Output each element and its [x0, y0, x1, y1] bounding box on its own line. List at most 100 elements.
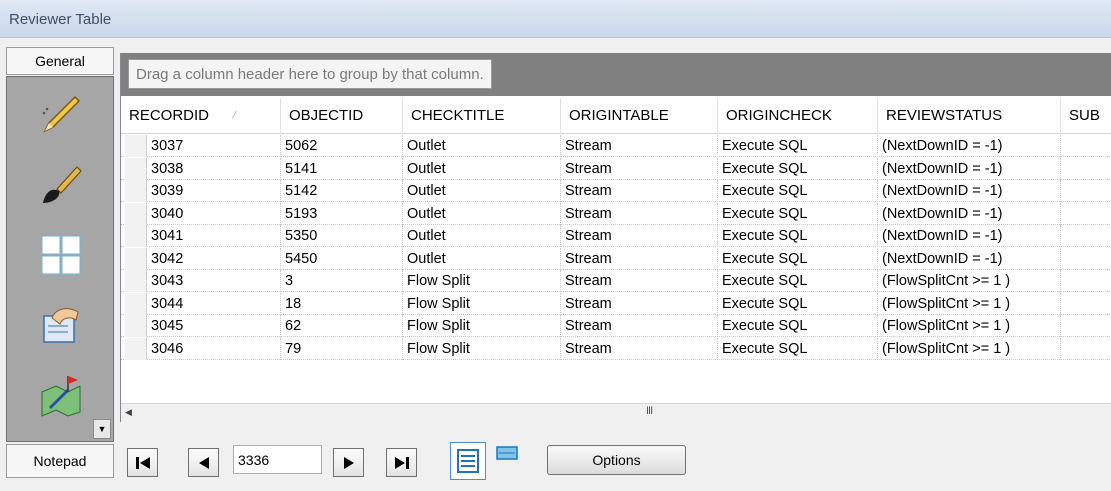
cell-sub[interactable]: [1061, 338, 1111, 360]
column-header-sub[interactable]: SUB: [1061, 98, 1111, 134]
table-row[interactable]: 3046 79 Flow Split Stream Execute SQL (FlowSp…: [121, 337, 1111, 360]
cell-reviewstatus[interactable]: (NextDownID = -1): [878, 225, 1061, 247]
cell-sub[interactable]: [1061, 180, 1111, 202]
cell-origintable[interactable]: Stream: [561, 292, 718, 315]
cell-origincheck[interactable]: Execute SQL: [718, 247, 878, 270]
column-header-reviewstatus[interactable]: REVIEWSTATUS: [878, 98, 1061, 134]
last-record-button[interactable]: [386, 448, 417, 477]
table-row[interactable]: 3039 5142 Outlet Stream Execute SQL (NextDown…: [121, 180, 1111, 202]
brush-icon[interactable]: [33, 157, 89, 213]
cell-reviewstatus[interactable]: (NextDownID = -1): [878, 247, 1061, 270]
table-row[interactable]: 3044 18 Flow Split Stream Execute SQL (FlowSp…: [121, 292, 1111, 315]
cell-reviewstatus[interactable]: (NextDownID = -1): [878, 157, 1061, 180]
cell-reviewstatus[interactable]: (NextDownID = -1): [878, 180, 1061, 202]
cell-objectid[interactable]: 5193: [281, 202, 403, 225]
cell-sub[interactable]: [1061, 225, 1111, 247]
cell-objectid[interactable]: 3: [281, 270, 403, 292]
cell-objectid[interactable]: 18: [281, 292, 403, 315]
tab-general[interactable]: General: [6, 47, 114, 75]
column-header-origincheck[interactable]: ORIGINCHECK: [718, 98, 878, 134]
cell-recordid[interactable]: 3045: [147, 315, 281, 337]
cell-sub[interactable]: [1061, 270, 1111, 292]
cell-objectid[interactable]: 5062: [281, 135, 403, 157]
cell-origincheck[interactable]: Execute SQL: [718, 292, 878, 315]
cell-origintable[interactable]: Stream: [561, 157, 718, 180]
table-row[interactable]: 3038 5141 Outlet Stream Execute SQL (NextDown…: [121, 157, 1111, 180]
cell-checktitle[interactable]: Outlet: [403, 247, 561, 270]
cell-sub[interactable]: [1061, 203, 1111, 225]
cell-objectid[interactable]: 62: [281, 315, 403, 337]
cell-objectid[interactable]: 5350: [281, 225, 403, 247]
cell-origincheck[interactable]: Execute SQL: [718, 315, 878, 337]
cell-reviewstatus[interactable]: (NextDownID = -1): [878, 202, 1061, 225]
row-selector[interactable]: [125, 202, 147, 225]
group-by-bar[interactable]: Drag a column header here to group by th…: [121, 53, 1111, 96]
cell-sub[interactable]: [1061, 158, 1111, 180]
cell-origincheck[interactable]: Execute SQL: [718, 270, 878, 292]
cell-recordid[interactable]: 3041: [147, 225, 281, 247]
map-flag-icon[interactable]: [33, 367, 89, 423]
row-selector[interactable]: [125, 157, 147, 180]
cell-objectid[interactable]: 5450: [281, 247, 403, 270]
cell-origintable[interactable]: Stream: [561, 247, 718, 270]
tab-notepad[interactable]: Notepad: [6, 444, 114, 478]
cell-sub[interactable]: [1061, 248, 1111, 270]
table-row[interactable]: 3040 5193 Outlet Stream Execute SQL (NextDown…: [121, 202, 1111, 225]
row-selector[interactable]: [125, 225, 147, 247]
cell-checktitle[interactable]: Outlet: [403, 157, 561, 180]
cell-reviewstatus[interactable]: (FlowSplitCnt >= 1 ): [878, 315, 1061, 337]
cell-objectid[interactable]: 5141: [281, 157, 403, 180]
cell-origincheck[interactable]: Execute SQL: [718, 337, 878, 360]
table-view-icon[interactable]: [450, 442, 486, 480]
cell-origincheck[interactable]: Execute SQL: [718, 202, 878, 225]
cell-recordid[interactable]: 3038: [147, 157, 281, 180]
cell-origincheck[interactable]: Execute SQL: [718, 225, 878, 247]
cell-reviewstatus[interactable]: (FlowSplitCnt >= 1 ): [878, 337, 1061, 360]
grid-icon[interactable]: [33, 227, 89, 283]
cell-origintable[interactable]: Stream: [561, 225, 718, 247]
cell-checktitle[interactable]: Flow Split: [403, 337, 561, 360]
cell-checktitle[interactable]: Flow Split: [403, 270, 561, 292]
table-row[interactable]: 3042 5450 Outlet Stream Execute SQL (NextDown…: [121, 247, 1111, 270]
scrollbar-grip[interactable]: III: [646, 405, 653, 417]
options-button[interactable]: Options: [547, 445, 686, 475]
table-row[interactable]: 3043 3 Flow Split Stream Execute SQL (FlowSpl…: [121, 270, 1111, 292]
next-record-button[interactable]: [333, 448, 364, 477]
row-selector[interactable]: [125, 135, 147, 157]
row-selector[interactable]: [125, 180, 147, 202]
row-selector[interactable]: [125, 247, 147, 270]
table-row[interactable]: 3041 5350 Outlet Stream Execute SQL (NextDown…: [121, 225, 1111, 247]
cell-recordid[interactable]: 3039: [147, 180, 281, 202]
column-header-checktitle[interactable]: CHECKTITLE: [403, 98, 561, 134]
cell-reviewstatus[interactable]: (FlowSplitCnt >= 1 ): [878, 292, 1061, 315]
cell-origintable[interactable]: Stream: [561, 202, 718, 225]
row-selector[interactable]: [125, 270, 147, 292]
cell-objectid[interactable]: 79: [281, 337, 403, 360]
row-selector[interactable]: [125, 315, 147, 337]
hand-document-icon[interactable]: [33, 297, 89, 353]
cell-reviewstatus[interactable]: (NextDownID = -1): [878, 135, 1061, 157]
cell-recordid[interactable]: 3046: [147, 337, 281, 360]
cell-origincheck[interactable]: Execute SQL: [718, 157, 878, 180]
previous-record-button[interactable]: [188, 448, 219, 477]
column-header-recordid[interactable]: RECORDID ⁄: [121, 98, 281, 134]
column-header-origintable[interactable]: ORIGINTABLE: [561, 98, 718, 134]
cell-origintable[interactable]: Stream: [561, 337, 718, 360]
cell-sub[interactable]: [1061, 135, 1111, 157]
record-number-input[interactable]: [233, 445, 322, 474]
pencil-icon[interactable]: [33, 87, 89, 143]
cell-origintable[interactable]: Stream: [561, 270, 718, 292]
cell-origincheck[interactable]: Execute SQL: [718, 180, 878, 202]
cell-reviewstatus[interactable]: (FlowSplitCnt >= 1 ): [878, 270, 1061, 292]
first-record-button[interactable]: [127, 448, 158, 477]
cell-checktitle[interactable]: Outlet: [403, 225, 561, 247]
column-header-objectid[interactable]: OBJECTID: [281, 98, 403, 134]
cell-checktitle[interactable]: Flow Split: [403, 315, 561, 337]
cell-recordid[interactable]: 3044: [147, 292, 281, 315]
cell-sub[interactable]: [1061, 315, 1111, 337]
cell-recordid[interactable]: 3042: [147, 247, 281, 270]
cell-origintable[interactable]: Stream: [561, 135, 718, 157]
cell-checktitle[interactable]: Flow Split: [403, 292, 561, 315]
chevron-down-icon[interactable]: ▼: [93, 419, 111, 439]
cell-recordid[interactable]: 3043: [147, 270, 281, 292]
